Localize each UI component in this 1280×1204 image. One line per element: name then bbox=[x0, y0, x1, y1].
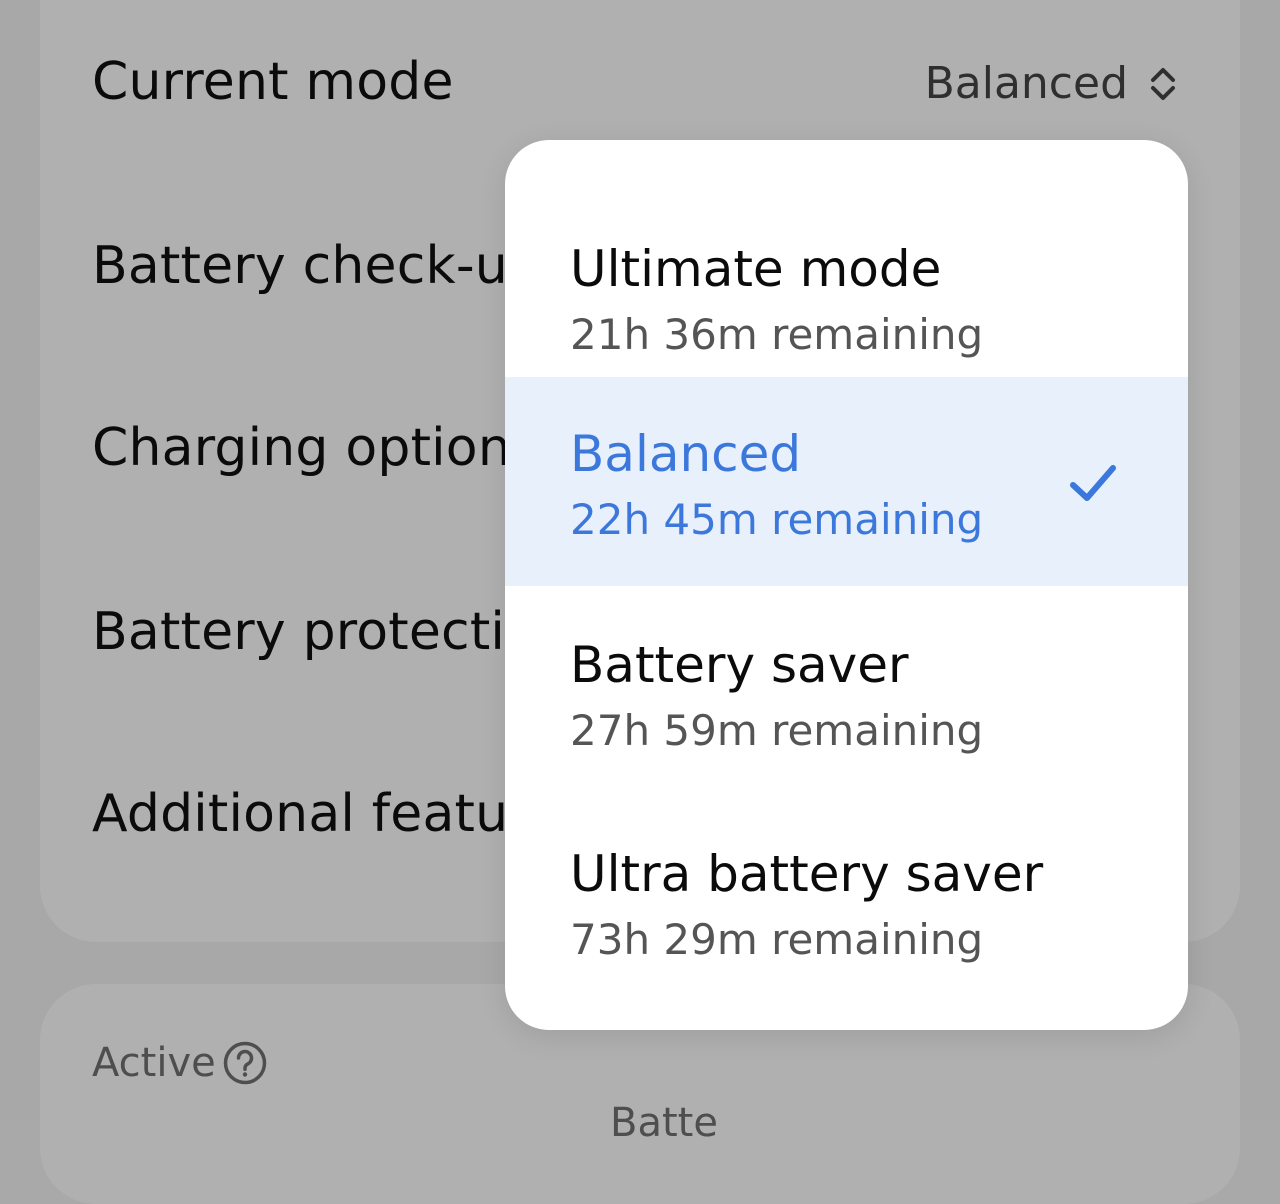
option-remaining-time: 27h 59m remaining bbox=[570, 706, 984, 755]
active-section-label: Active bbox=[92, 1040, 216, 1086]
option-remaining-time: 22h 45m remaining bbox=[570, 495, 984, 544]
mode-dropdown-menu: Ultimate mode 21h 36m remaining Balanced… bbox=[505, 140, 1188, 1030]
option-battery-saver[interactable]: Battery saver 27h 59m remaining bbox=[505, 586, 1188, 795]
current-mode-value[interactable]: Balanced bbox=[925, 58, 1128, 109]
updown-chevron-icon[interactable] bbox=[1148, 64, 1178, 104]
option-remaining-time: 73h 29m remaining bbox=[570, 915, 984, 964]
option-ultimate-mode[interactable]: Ultimate mode 21h 36m remaining bbox=[505, 168, 1188, 377]
option-title: Ultra battery saver bbox=[570, 845, 1044, 903]
option-balanced[interactable]: Balanced 22h 45m remaining bbox=[505, 377, 1188, 586]
option-title: Battery saver bbox=[570, 636, 909, 694]
option-ultra-battery-saver[interactable]: Ultra battery saver 73h 29m remaining bbox=[505, 795, 1188, 1004]
battery-checkup-row[interactable]: Battery check-u bbox=[92, 236, 508, 296]
current-mode-label: Current mode bbox=[92, 52, 454, 112]
option-title: Ultimate mode bbox=[570, 240, 942, 298]
active-item-peek-text: Batte bbox=[610, 1100, 718, 1146]
battery-settings-screen: Current mode Balanced Battery check-u Ch… bbox=[0, 0, 1280, 1204]
option-remaining-time: 21h 36m remaining bbox=[570, 310, 984, 359]
charging-options-row[interactable]: Charging option bbox=[92, 418, 511, 478]
additional-features-row[interactable]: Additional featu bbox=[92, 784, 508, 844]
battery-protection-row[interactable]: Battery protecti bbox=[92, 602, 505, 662]
question-circle-icon[interactable] bbox=[222, 1040, 268, 1086]
check-icon bbox=[1070, 465, 1116, 501]
option-title: Balanced bbox=[570, 425, 802, 483]
